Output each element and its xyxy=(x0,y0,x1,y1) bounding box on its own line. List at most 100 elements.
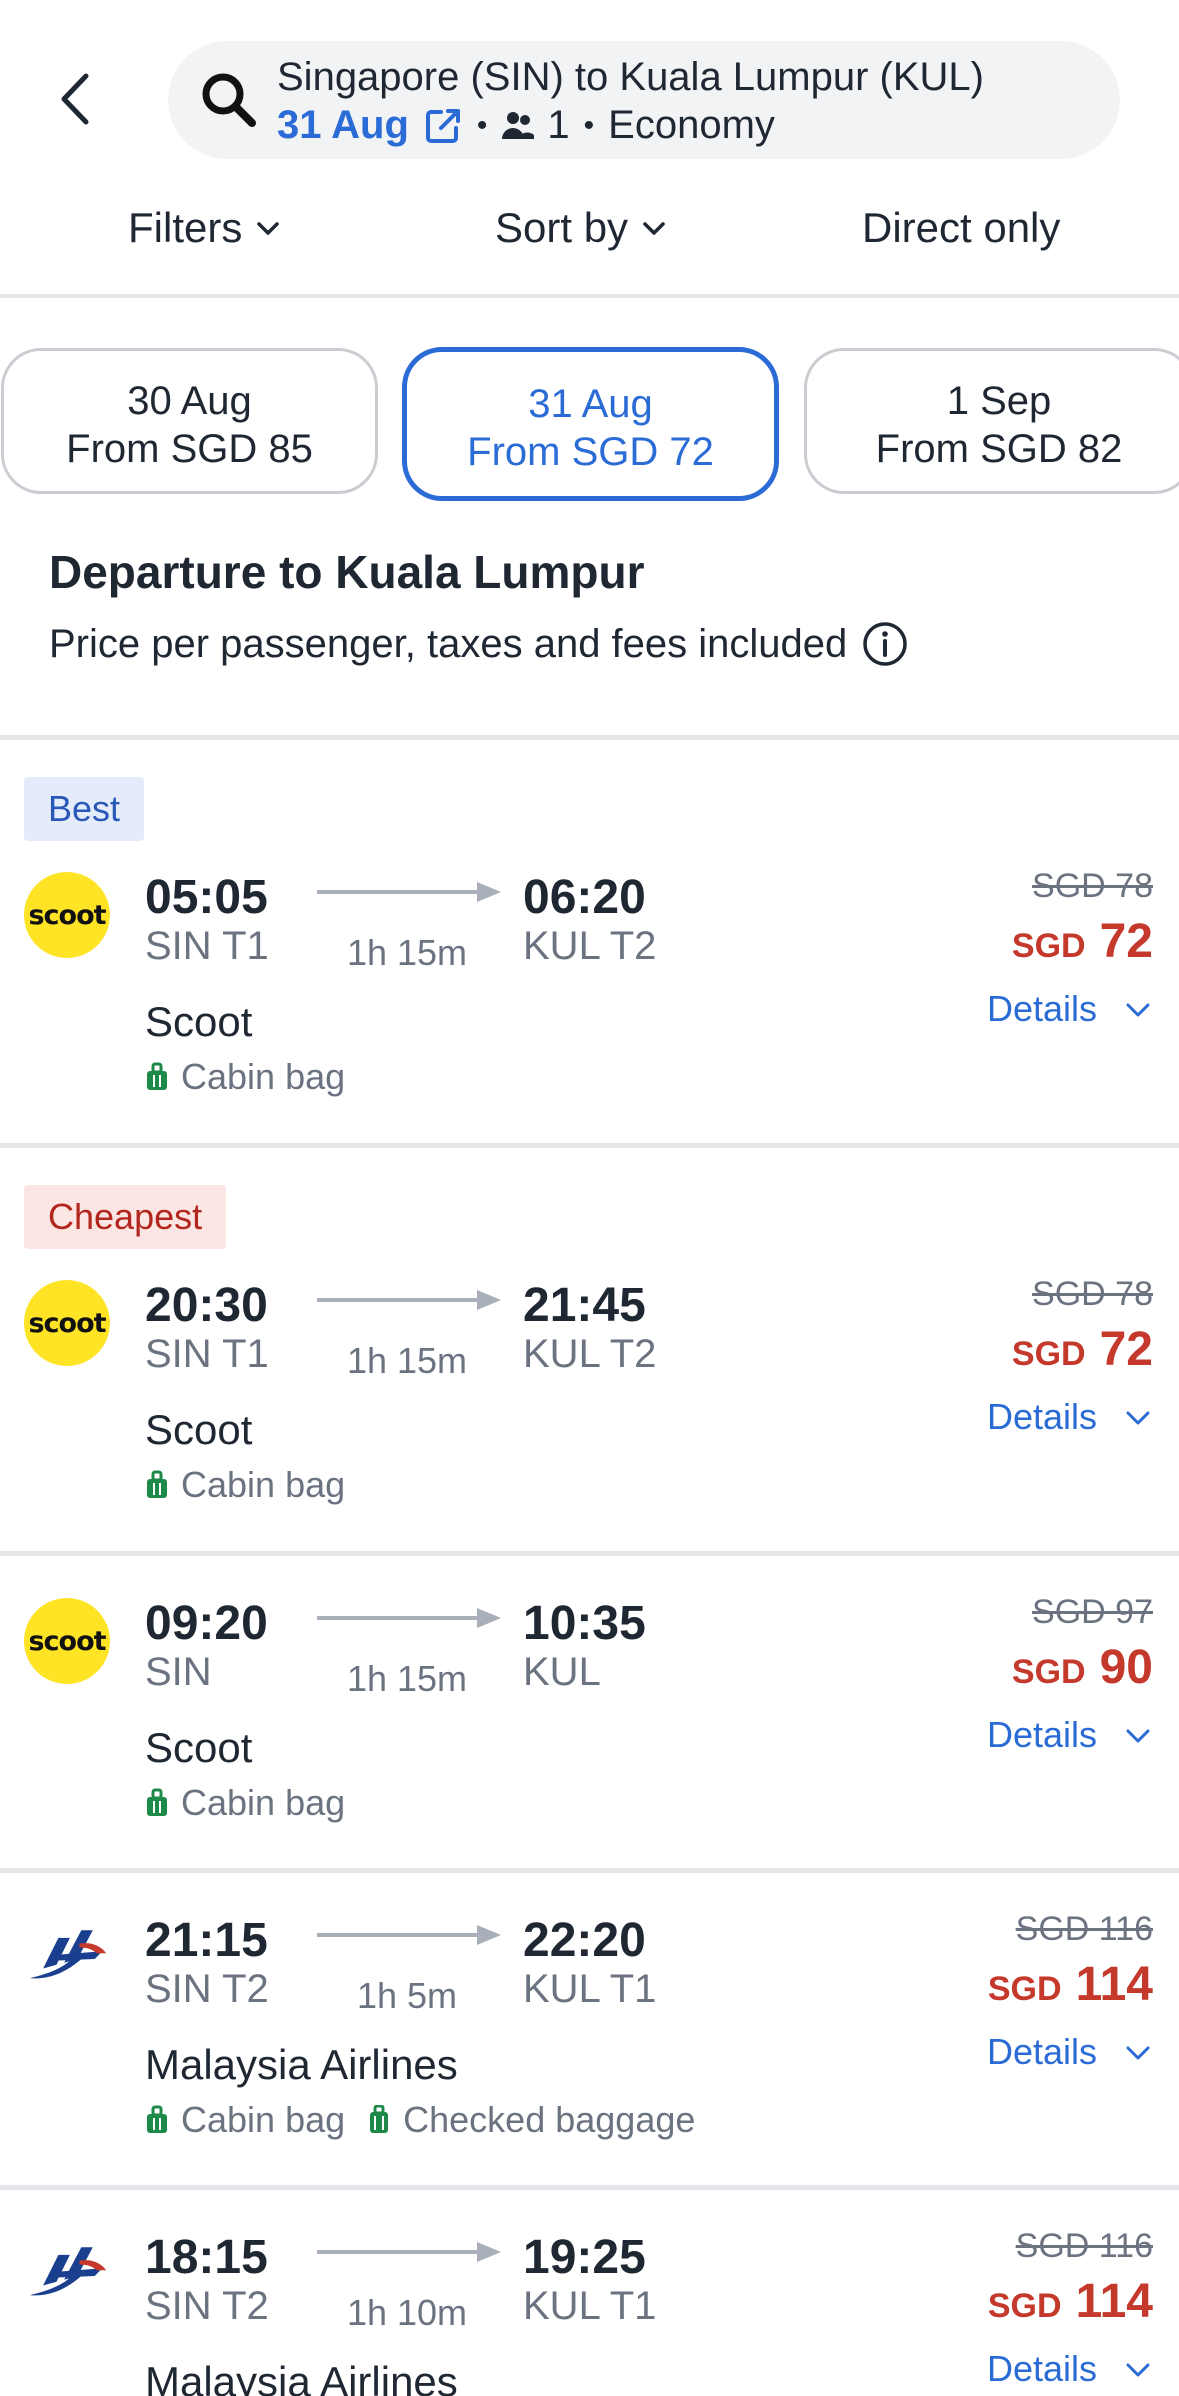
chevron-down-icon xyxy=(1126,1729,1150,1743)
flight-card[interactable]: Cheapest scoot 20:30 SIN T1 1h 15m 21:45… xyxy=(0,1148,1179,1551)
scoot-logo: scoot xyxy=(24,1280,110,1366)
airline-name: Scoot xyxy=(145,1724,253,1771)
original-price: SGD 78 xyxy=(1032,867,1153,905)
departure-airport: SIN T2 xyxy=(145,1967,269,2011)
chevron-down-icon xyxy=(1126,1411,1150,1425)
travel-date: 31 Aug xyxy=(277,103,409,147)
flight-card[interactable]: 21:15 SIN T2 1h 5m 22:20 KUL T1 Malaysia… xyxy=(0,1873,1179,2185)
price-amount: 72 xyxy=(1099,1323,1153,1376)
airline-name: Malaysia Airlines xyxy=(145,2041,458,2088)
original-price: SGD 97 xyxy=(1032,1593,1153,1631)
flight-arrow-icon xyxy=(317,1290,501,1310)
malaysia-airlines-logo xyxy=(24,1915,110,2001)
details-button[interactable]: Details xyxy=(987,1714,1153,1756)
cabin-bag-icon xyxy=(147,1470,167,1498)
separator-dot: • xyxy=(476,108,488,142)
current-price: SGD 114 xyxy=(988,1957,1153,2012)
route-text: Singapore (SIN) to Kuala Lumpur (KUL) xyxy=(277,55,984,99)
arrival-airport: KUL T1 xyxy=(523,2284,657,2328)
info-icon[interactable] xyxy=(861,620,909,668)
price-currency: SGD xyxy=(1011,1335,1086,1373)
section-title: Departure to Kuala Lumpur xyxy=(49,546,645,598)
details-button[interactable]: Details xyxy=(987,2348,1153,2390)
scoot-logo-text: scoot xyxy=(28,1307,106,1339)
direct-only-label: Direct only xyxy=(862,204,1061,251)
flight-duration: 1h 15m xyxy=(346,1658,468,1699)
chevron-down-icon xyxy=(1126,1003,1150,1017)
chip-price: From SGD 82 xyxy=(875,427,1123,471)
passenger-count: 1 xyxy=(547,103,570,147)
departure-time: 20:30 xyxy=(145,1279,268,1332)
departure-airport: SIN T2 xyxy=(145,2284,269,2328)
search-icon xyxy=(202,73,256,127)
search-summary[interactable]: Singapore (SIN) to Kuala Lumpur (KUL) 31… xyxy=(168,41,1120,159)
flight-arrow-icon xyxy=(317,2242,501,2262)
sort-button[interactable]: Sort by xyxy=(495,204,668,252)
price-currency: SGD xyxy=(987,1970,1062,2008)
date-chip-prev[interactable]: 30 Aug From SGD 85 xyxy=(1,348,378,494)
baggage-info: Cabin bag Checked baggage xyxy=(145,2099,695,2141)
price-amount: 90 xyxy=(1099,1641,1153,1694)
scoot-logo-text: scoot xyxy=(28,1625,106,1657)
filter-bar: Filters Sort by Direct only xyxy=(0,190,1179,298)
details-label: Details xyxy=(986,1714,1097,1755)
price-amount: 114 xyxy=(1075,2275,1153,2328)
scoot-logo: scoot xyxy=(24,1598,110,1684)
passengers-icon xyxy=(502,111,535,139)
scoot-logo-text: scoot xyxy=(28,899,106,931)
flight-card[interactable]: scoot 09:20 SIN 1h 15m 10:35 KUL Scoot C… xyxy=(0,1556,1179,1868)
arrival-time: 22:20 xyxy=(523,1914,646,1967)
details-button[interactable]: Details xyxy=(987,988,1153,1030)
malaysia-airlines-logo xyxy=(24,2232,110,2318)
arrival-time: 19:25 xyxy=(523,2231,646,2284)
flight-card[interactable]: Best scoot 05:05 SIN T1 1h 15m 06:20 KUL… xyxy=(0,740,1179,1143)
details-label: Details xyxy=(986,2031,1097,2072)
date-chip-selected[interactable]: 31 Aug From SGD 72 xyxy=(402,347,779,501)
current-price: SGD 114 xyxy=(988,2274,1153,2329)
section-subtitle: Price per passenger, taxes and fees incl… xyxy=(49,620,909,668)
scoot-logo: scoot xyxy=(24,872,110,958)
search-meta: 31 Aug • 1 • Economy xyxy=(277,103,775,148)
price-currency: SGD xyxy=(1011,927,1086,965)
date-chip-next[interactable]: 1 Sep From SGD 82 xyxy=(804,348,1179,494)
price-currency: SGD xyxy=(987,2287,1062,2325)
arrival-airport: KUL T2 xyxy=(523,924,657,968)
price-amount: 114 xyxy=(1075,1958,1153,2011)
departure-time: 18:15 xyxy=(145,2231,268,2284)
header: Singapore (SIN) to Kuala Lumpur (KUL) 31… xyxy=(0,0,1179,190)
original-price: SGD 78 xyxy=(1032,1275,1153,1313)
arrival-airport: KUL T2 xyxy=(523,1332,657,1376)
edit-icon[interactable] xyxy=(423,106,463,146)
filters-label: Filters xyxy=(128,204,243,251)
arrival-airport: KUL T1 xyxy=(523,1967,657,2011)
flight-arrow-icon xyxy=(317,1925,501,1945)
flight-card[interactable]: 18:15 SIN T2 1h 10m 19:25 KUL T1 Malaysi… xyxy=(0,2190,1179,2396)
cabin-bag-label: Cabin bag xyxy=(181,1464,346,1505)
details-label: Details xyxy=(986,2348,1097,2389)
chevron-down-icon xyxy=(257,222,280,235)
malaysia-airlines-logo-icon xyxy=(29,2247,107,2296)
details-button[interactable]: Details xyxy=(987,2031,1153,2073)
back-button[interactable] xyxy=(50,66,100,132)
departure-time: 05:05 xyxy=(145,871,268,924)
checked-baggage-label: Checked baggage xyxy=(403,2099,696,2140)
chip-date: 30 Aug xyxy=(127,379,252,423)
chip-date: 1 Sep xyxy=(946,379,1052,423)
chevron-down-icon xyxy=(1126,2046,1150,2060)
filters-button[interactable]: Filters xyxy=(128,204,282,252)
chip-date: 31 Aug xyxy=(528,382,653,426)
flight-arrow-icon xyxy=(317,882,501,902)
arrival-time: 10:35 xyxy=(523,1597,646,1650)
separator-dot: • xyxy=(583,108,595,142)
current-price: SGD 90 xyxy=(1012,1640,1153,1695)
cabin-bag-icon xyxy=(147,1062,167,1090)
direct-only-toggle[interactable]: Direct only xyxy=(862,204,1060,252)
cabin-bag-icon xyxy=(147,2105,167,2133)
malaysia-airlines-logo-icon xyxy=(29,1930,107,1979)
flight-duration: 1h 10m xyxy=(346,2292,468,2333)
details-label: Details xyxy=(986,1396,1097,1437)
chip-price: From SGD 72 xyxy=(467,430,714,474)
details-button[interactable]: Details xyxy=(987,1396,1153,1438)
original-price: SGD 116 xyxy=(1015,2227,1153,2265)
current-price: SGD 72 xyxy=(1012,1322,1153,1377)
